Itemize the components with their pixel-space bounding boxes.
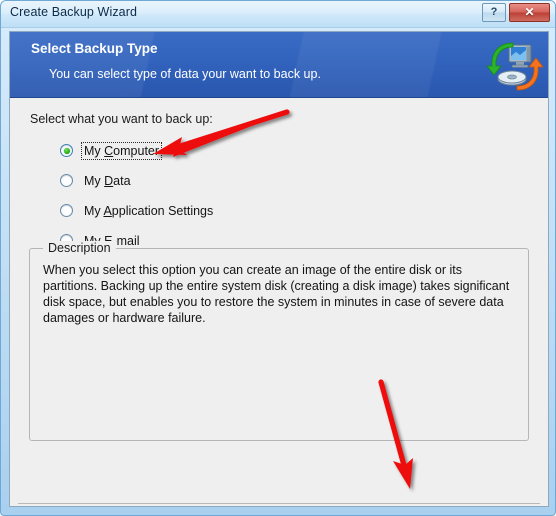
wizard-footer: ? Help < Back Next > Cancel (10, 504, 548, 506)
radio-my-computer-label: My Computer (80, 141, 163, 160)
wizard-client-area: Select Backup Type You can select type o… (9, 31, 549, 507)
radio-indicator[interactable] (60, 144, 73, 157)
radio-my-data-label: My Data (84, 173, 131, 188)
radio-indicator[interactable] (60, 204, 73, 217)
banner-subtitle: You can select type of data your want to… (49, 67, 321, 81)
radio-my-application-settings[interactable]: My Application Settings (60, 201, 215, 220)
description-text: When you select this option you can crea… (43, 263, 510, 325)
banner-title: Select Backup Type (31, 41, 158, 56)
close-icon[interactable]: ✕ (509, 3, 550, 22)
radio-my-application-settings-label: My Application Settings (84, 203, 214, 218)
help-title-button[interactable]: ? (482, 3, 506, 22)
wizard-content: Select what you want to back up: My Comp… (10, 98, 548, 506)
wizard-banner: Select Backup Type You can select type o… (10, 32, 548, 98)
description-groupbox: Description When you select this option … (29, 241, 529, 441)
backup-restore-icon (486, 42, 544, 91)
create-backup-wizard-window: Create Backup Wizard ? ✕ Select Backup T… (0, 0, 556, 516)
radio-indicator[interactable] (60, 174, 73, 187)
prompt-label: Select what you want to back up: (30, 112, 213, 126)
description-legend: Description (43, 241, 116, 255)
title-bar[interactable]: Create Backup Wizard ? ✕ (1, 1, 555, 28)
window-title: Create Backup Wizard (10, 5, 138, 19)
radio-my-computer[interactable]: My Computer (60, 141, 163, 160)
radio-my-data[interactable]: My Data (60, 171, 133, 190)
